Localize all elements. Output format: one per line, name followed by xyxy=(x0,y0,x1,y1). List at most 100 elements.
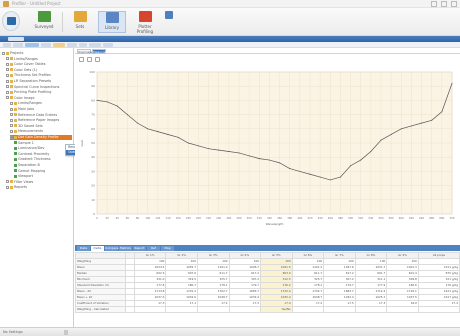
tree-node[interactable]: 3D Saved Sets xyxy=(10,124,72,129)
tree-leaf[interactable]: Gradient Thickness xyxy=(14,157,72,162)
table-cell xyxy=(417,306,460,313)
quick-item[interactable] xyxy=(25,43,39,47)
expand-icon[interactable] xyxy=(10,118,13,122)
expand-icon[interactable] xyxy=(10,135,13,139)
close-icon[interactable] xyxy=(451,1,457,7)
tree-node[interactable]: Main Jobs xyxy=(10,107,72,112)
library-icon xyxy=(105,12,119,23)
library-button[interactable]: Library xyxy=(98,11,126,33)
tree-node[interactable]: Color Cover Tables xyxy=(6,62,72,67)
tree-node[interactable]: Projects xyxy=(2,51,72,56)
tree-leaf[interactable]: Luminance/Dev xyxy=(14,146,72,151)
expand-icon[interactable] xyxy=(10,113,13,117)
tree-node-label: Separation B xyxy=(18,163,40,167)
data-point xyxy=(410,125,412,127)
tree-node-label: Limits/Ranges xyxy=(18,101,42,106)
strip-tab[interactable] xyxy=(8,37,24,41)
tree-node[interactable]: Measurements xyxy=(10,129,72,134)
tab-measure[interactable]: Measure xyxy=(92,49,106,54)
expand-icon[interactable] xyxy=(6,85,9,89)
tree-node[interactable]: LR Separation Presets xyxy=(6,79,72,84)
table-tab[interactable]: Ref xyxy=(147,246,160,251)
expand-icon[interactable] xyxy=(10,124,13,128)
tree-node[interactable]: Thickness Set Profiles xyxy=(6,73,72,78)
expand-icon[interactable] xyxy=(2,51,5,55)
quick-item[interactable] xyxy=(13,43,23,47)
table-tab[interactable]: Map xyxy=(161,246,174,251)
expand-icon[interactable] xyxy=(10,107,13,111)
reset-view-icon[interactable] xyxy=(95,57,100,62)
tree-leaf[interactable]: Viewport xyxy=(14,174,72,179)
tree-node[interactable]: Limits/Ranges xyxy=(10,101,72,106)
data-point xyxy=(350,165,352,167)
tree-node-label: Main Jobs xyxy=(18,107,35,111)
tree-node[interactable]: Reference Data Entries xyxy=(10,113,72,118)
zoom-out-icon[interactable] xyxy=(87,57,92,62)
expand-icon[interactable] xyxy=(10,129,13,133)
y-tick-label: 90 xyxy=(91,84,95,88)
maximize-icon[interactable] xyxy=(441,1,447,7)
export-button[interactable] xyxy=(162,11,176,33)
expand-icon[interactable] xyxy=(6,90,9,94)
quick-item[interactable] xyxy=(3,43,11,47)
line-chart[interactable]: 0 10 20 30 40 50 60 70 80 90 100 0 20 40 60 80 100 120 140… xyxy=(75,64,460,244)
table-tab[interactable]: Report xyxy=(133,246,146,251)
surveyed-button[interactable]: Surveyed xyxy=(30,11,58,33)
expand-icon[interactable] xyxy=(6,96,9,100)
x-tick-label: 340 xyxy=(267,216,272,220)
data-point xyxy=(441,111,443,113)
application-menu-button[interactable] xyxy=(2,11,20,31)
minimize-icon[interactable] xyxy=(431,1,437,7)
quick-item[interactable] xyxy=(79,43,87,47)
data-point xyxy=(157,131,159,133)
quick-item[interactable] xyxy=(41,43,51,47)
tree-node[interactable]: Filter Views xyxy=(6,180,72,185)
status-bar: No Settings xyxy=(0,327,460,336)
x-tick-label: 220 xyxy=(206,216,211,220)
expand-icon[interactable] xyxy=(6,180,9,184)
table-tab[interactable]: Delta xyxy=(91,246,104,251)
x-tick-label: 40 xyxy=(116,216,120,220)
tree-node[interactable]: Spectral Curve Inspections xyxy=(6,85,72,90)
x-tick-label: 660 xyxy=(429,216,434,220)
table-tab[interactable]: Data xyxy=(77,246,90,251)
tree-node-label: Luminance/Dev xyxy=(18,146,45,151)
table-tab[interactable]: Metrics xyxy=(119,246,132,251)
x-tick-label: 80 xyxy=(136,216,140,220)
table-row[interactable]: Weighting - Calculated Yes/No xyxy=(74,306,460,313)
tree-node[interactable]: Color Sets (1) xyxy=(6,68,72,73)
tree-leaf[interactable]: Separation B xyxy=(14,163,72,168)
quick-item[interactable] xyxy=(53,43,65,47)
plotter-profiling-button[interactable]: Plotter Profiling xyxy=(130,11,160,34)
data-point xyxy=(451,82,453,84)
table-cell xyxy=(323,306,356,313)
sets-button[interactable]: Sets xyxy=(66,11,94,33)
expand-icon[interactable] xyxy=(6,79,9,83)
data-point xyxy=(126,114,128,116)
expand-icon[interactable] xyxy=(6,73,9,77)
tree-node-label: Filter Views xyxy=(14,179,34,184)
tree-node[interactable]: Color Image xyxy=(6,96,72,101)
quick-item[interactable] xyxy=(89,43,101,47)
tree-leaf[interactable]: Contrast Proximity xyxy=(14,152,72,157)
tree-node[interactable]: Reference Paper Images xyxy=(10,118,72,123)
quick-item[interactable] xyxy=(67,43,77,47)
tree-node-label: Gamut Mapping xyxy=(18,168,46,173)
tab-overview[interactable]: Overview xyxy=(77,49,92,54)
expand-icon[interactable] xyxy=(6,62,9,66)
expand-icon[interactable] xyxy=(10,101,13,105)
expand-icon[interactable] xyxy=(6,185,9,189)
tree-node[interactable]: Printing Plate Profiling xyxy=(6,90,72,95)
splitter-grip[interactable] xyxy=(64,330,68,335)
expand-icon[interactable] xyxy=(6,57,9,61)
x-tick-label: 680 xyxy=(439,216,444,220)
zoom-in-icon[interactable] xyxy=(79,57,84,62)
tree-node[interactable]: Dot Gain Density Profile xyxy=(10,135,72,140)
tree-node[interactable]: Reports xyxy=(6,185,72,190)
table-tab[interactable]: Compare xyxy=(105,246,119,251)
expand-icon[interactable] xyxy=(6,68,9,72)
tree-leaf[interactable]: Gamut Mapping xyxy=(14,169,72,174)
tree-leaf[interactable]: Sample 1 xyxy=(14,141,72,146)
quick-item[interactable] xyxy=(103,43,113,47)
tree-node[interactable]: Limits/Ranges xyxy=(6,57,72,62)
